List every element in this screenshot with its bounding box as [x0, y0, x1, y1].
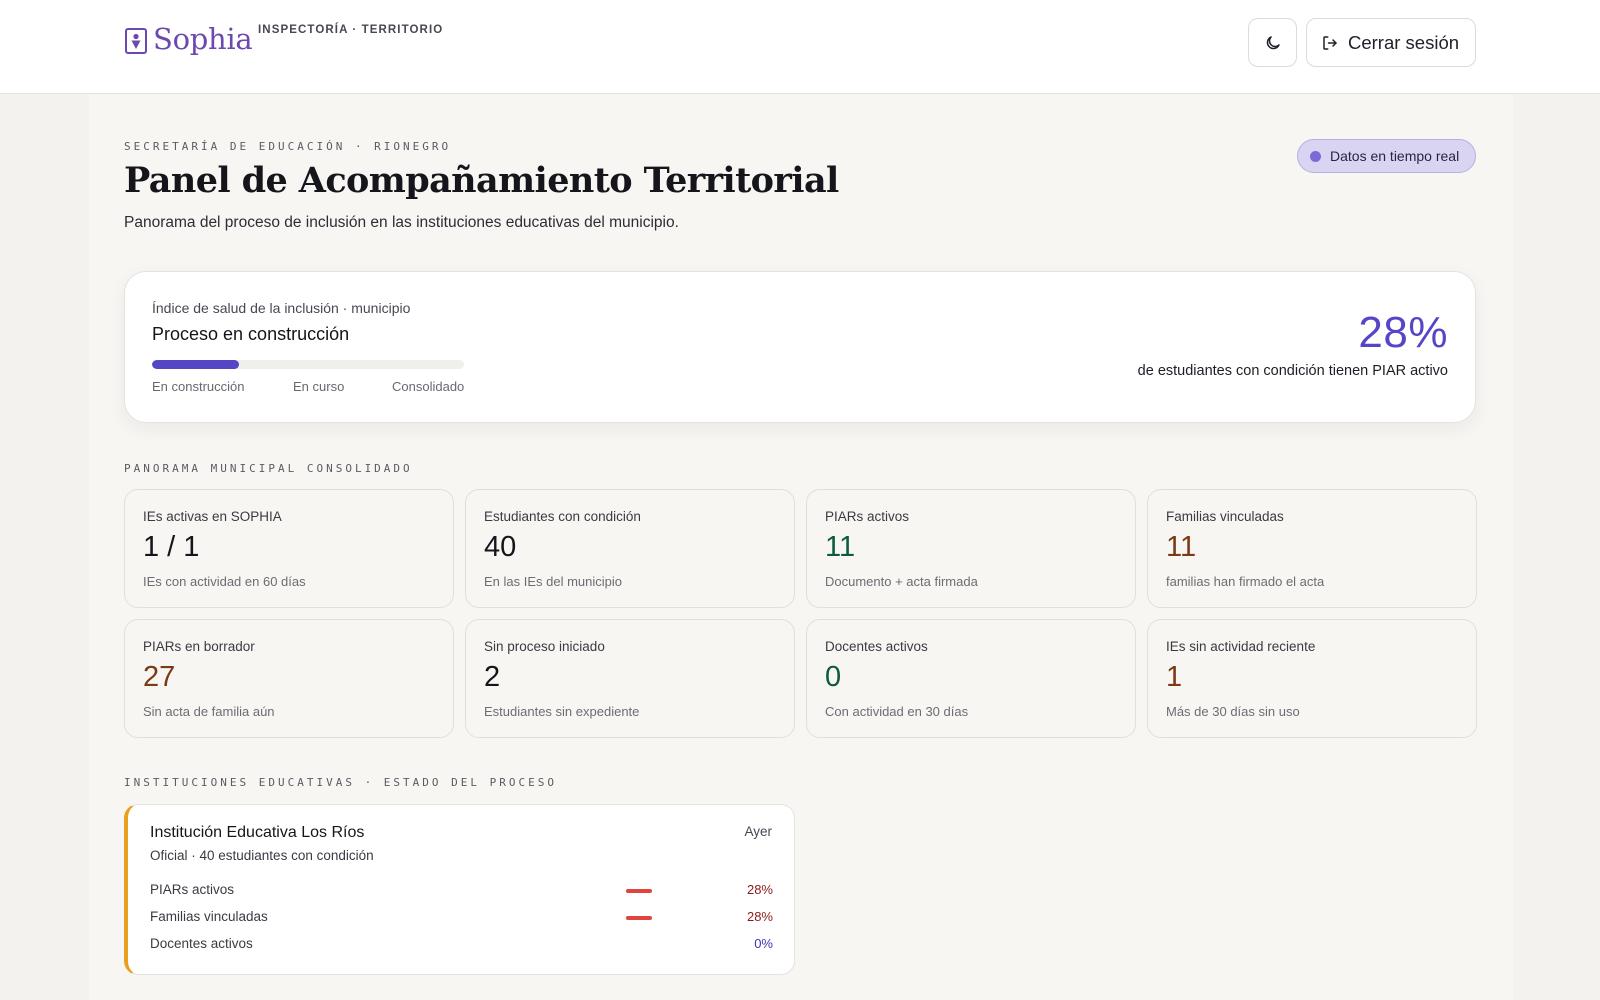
institution-metric-row: Familias vinculadas 28%	[150, 909, 773, 929]
institutions-section-title: INSTITUCIONES EDUCATIVAS · ESTADO DEL PR…	[124, 776, 558, 789]
stat-subtext: IEs con actividad en 60 días	[143, 574, 306, 589]
logout-button[interactable]: Cerrar sesión	[1306, 18, 1476, 67]
live-dot-icon	[1310, 150, 1321, 162]
stat-label: Sin proceso iniciado	[484, 639, 605, 654]
brand-subtitle: INSPECTORÍA · TERRITORIO	[258, 24, 444, 36]
stat-subtext: Más de 30 días sin uso	[1166, 704, 1300, 719]
stat-value: 27	[143, 661, 176, 693]
stat-value: 40	[484, 531, 517, 563]
theme-toggle-button[interactable]	[1248, 18, 1297, 67]
metric-bar	[626, 916, 652, 920]
hero-eyebrow: SECRETARÍA DE EDUCACIÓN · RIONEGRO	[124, 140, 452, 153]
page-subtitle: Panorama del proceso de inclusión en las…	[124, 214, 679, 231]
stat-label: IEs sin actividad reciente	[1166, 639, 1316, 654]
stat-card[interactable]: Estudiantes con condición 40 En las IEs …	[465, 489, 795, 608]
metric-bar	[626, 943, 652, 947]
stat-value: 1 / 1	[143, 531, 200, 563]
stat-card[interactable]: PIARs activos 11 Documento + acta firmad…	[806, 489, 1136, 608]
brand-name: Sophia	[153, 22, 253, 56]
health-progress-bar	[152, 360, 464, 369]
stat-label: Familias vinculadas	[1166, 509, 1284, 524]
stat-value: 1	[1166, 661, 1183, 693]
stat-subtext: Estudiantes sin expediente	[484, 704, 640, 719]
stat-subtext: Sin acta de familia aún	[143, 704, 275, 719]
live-badge-label: Datos en tiempo real	[1330, 148, 1460, 164]
metric-value: 28%	[746, 882, 773, 897]
metric-label: PIARs activos	[150, 882, 235, 897]
logout-label: Cerrar sesión	[1348, 31, 1460, 53]
institution-last-activity: Ayer	[744, 824, 772, 839]
page-title: Panel de Acompañamiento Territorial	[124, 160, 839, 201]
stat-subtext: Con actividad en 30 días	[825, 704, 969, 719]
metric-label: Familias vinculadas	[150, 909, 268, 924]
health-kicker: Índice de salud de la inclusión · munici…	[152, 300, 411, 316]
health-status-title: Proceso en construcción	[152, 324, 350, 344]
stat-subtext: familias han firmado el acta	[1166, 574, 1325, 589]
stat-value: 11	[825, 531, 856, 563]
metric-value: 28%	[746, 909, 773, 924]
stat-card[interactable]: Docentes activos 0 Con actividad en 30 d…	[806, 619, 1136, 738]
stat-card[interactable]: Sin proceso iniciado 2 Estudiantes sin e…	[465, 619, 795, 738]
stat-label: PIARs en borrador	[143, 639, 255, 654]
stat-card[interactable]: IEs sin actividad reciente 1 Más de 30 d…	[1147, 619, 1477, 738]
metric-label: Docentes activos	[150, 936, 253, 951]
stat-card[interactable]: PIARs en borrador 27 Sin acta de familia…	[124, 619, 454, 738]
health-percentage: 28%	[1358, 308, 1448, 357]
stat-label: PIARs activos	[825, 509, 910, 524]
stat-subtext: Documento + acta firmada	[825, 574, 978, 589]
institution-metric-row: Docentes activos 0%	[150, 936, 773, 956]
stat-value: 2	[484, 661, 501, 693]
institution-name: Institución Educativa Los Ríos	[150, 824, 365, 841]
stage-label: Consolidado	[392, 379, 465, 394]
institution-meta: Oficial · 40 estudiantes con condición	[150, 848, 374, 863]
stat-label: Docentes activos	[825, 639, 928, 654]
stat-label: IEs activas en SOPHIA	[143, 509, 282, 524]
institution-metric-row: PIARs activos 28%	[150, 882, 773, 902]
metric-bar	[626, 889, 652, 893]
moon-icon	[1266, 35, 1280, 49]
stat-value: 11	[1166, 531, 1197, 563]
logout-icon	[1323, 35, 1337, 50]
stat-value: 0	[825, 661, 842, 693]
top-bar: Sophia INSPECTORÍA · TERRITORIO Cerrar s…	[0, 0, 1600, 94]
health-progress-fill	[152, 360, 240, 369]
metric-value: 0%	[754, 936, 773, 951]
brand-logo[interactable]: Sophia	[125, 22, 253, 56]
sophia-logo-icon	[125, 28, 147, 54]
live-data-badge: Datos en tiempo real	[1297, 139, 1476, 173]
stat-card[interactable]: IEs activas en SOPHIA 1 / 1 IEs con acti…	[124, 489, 454, 608]
stage-label: En construcción	[152, 379, 245, 394]
inclusion-health-card: Índice de salud de la inclusión · munici…	[124, 271, 1476, 423]
stage-label: En curso	[293, 379, 345, 394]
stats-section-title: PANORAMA MUNICIPAL CONSOLIDADO	[124, 462, 413, 475]
institution-card[interactable]: Institución Educativa Los Ríos Ayer Ofic…	[124, 804, 795, 975]
health-caption: de estudiantes con condición tienen PIAR…	[1137, 363, 1448, 379]
stat-card[interactable]: Familias vinculadas 11 familias han firm…	[1147, 489, 1477, 608]
stat-subtext: En las IEs del municipio	[484, 574, 623, 589]
stat-label: Estudiantes con condición	[484, 509, 641, 524]
